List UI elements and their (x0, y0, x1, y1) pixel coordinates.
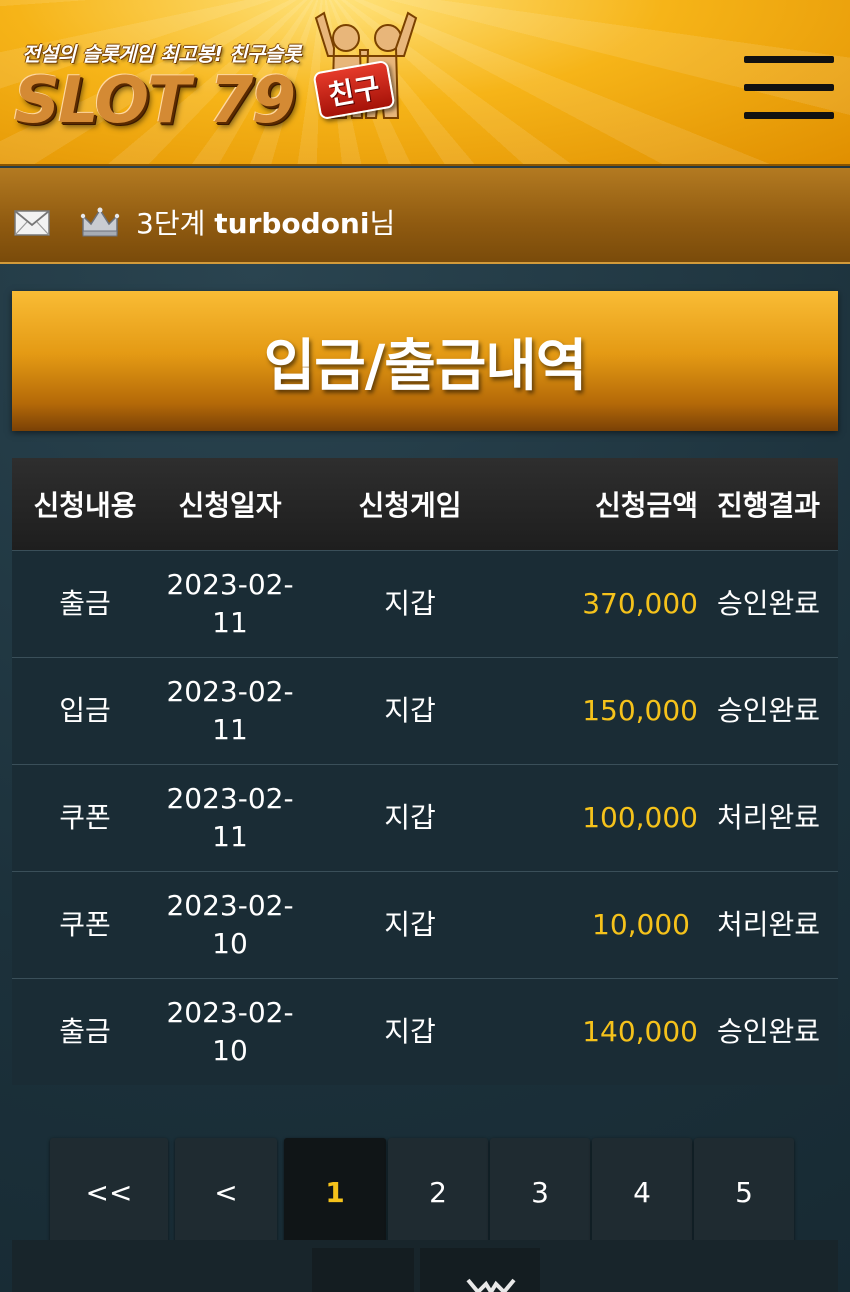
cell-amount: 140,000 (582, 1015, 698, 1048)
cell-game: 지갑 (384, 908, 436, 941)
header-amount: 신청금액 (594, 489, 698, 522)
page-button-1[interactable]: 1 (284, 1138, 386, 1246)
page-title: 입금/출금내역 (263, 333, 588, 399)
crown-icon (80, 207, 120, 237)
cell-amount: 370,000 (582, 587, 698, 620)
table-header: 신청내용 신청일자 신청게임 신청금액 진행결과 (12, 458, 838, 550)
cell-result: 승인완료 (716, 1015, 820, 1048)
header-result: 진행결과 (716, 489, 820, 522)
logo-wordmark: SLOT 79 (14, 64, 296, 138)
cell-type: 출금 (59, 1015, 111, 1048)
cell-date: 2023-02- 11 (166, 675, 294, 746)
cell-game: 지갑 (384, 801, 436, 834)
header-game: 신청게임 (358, 489, 462, 522)
mascot-icon (466, 1278, 516, 1292)
bottom-button[interactable] (312, 1248, 414, 1292)
table-row: 쿠폰 2023-02- 11 지갑 100,000 처리완료 (12, 764, 838, 871)
page-title-banner: 입금/출금내역 (12, 291, 838, 431)
site-logo[interactable]: 전설의 슬롯게임 최고봉! 친구슬롯 SLOT 79 친구 (14, 11, 424, 152)
cell-type: 쿠폰 (59, 801, 111, 834)
page-button-5[interactable]: 5 (694, 1138, 794, 1246)
cell-date: 2023-02- 11 (166, 568, 294, 639)
cell-date: 2023-02- 11 (166, 782, 294, 853)
user-level: 3단계 (136, 207, 206, 240)
transaction-table: 신청내용 신청일자 신청게임 신청금액 진행결과 출금 2023-02- 11 지… (12, 458, 838, 1085)
page-button-2[interactable]: 2 (388, 1138, 488, 1246)
pagination: << < 1 2 3 4 5 (0, 1138, 850, 1248)
cell-amount: 150,000 (582, 694, 698, 727)
cell-game: 지갑 (384, 1015, 436, 1048)
first-page-button[interactable]: << (50, 1138, 168, 1246)
cell-result: 승인완료 (716, 694, 820, 727)
header-date: 신청일자 (178, 489, 282, 522)
cell-type: 쿠폰 (59, 908, 111, 941)
table-row: 출금 2023-02- 10 지갑 140,000 승인완료 (12, 978, 838, 1085)
cell-date: 2023-02- 10 (166, 889, 294, 960)
page-button-3[interactable]: 3 (490, 1138, 590, 1246)
user-suffix: 님 (369, 207, 396, 240)
page-button-4[interactable]: 4 (592, 1138, 692, 1246)
table-row: 입금 2023-02- 11 지갑 150,000 승인완료 (12, 657, 838, 764)
mail-icon[interactable] (14, 210, 50, 236)
prev-page-button[interactable]: < (175, 1138, 277, 1246)
hamburger-menu-icon[interactable] (744, 56, 834, 120)
table-row: 쿠폰 2023-02- 10 지갑 10,000 처리완료 (12, 871, 838, 978)
cell-game: 지갑 (384, 694, 436, 727)
cell-amount: 10,000 (592, 908, 690, 941)
cell-result: 처리완료 (716, 801, 820, 834)
username: turbodoni (214, 207, 370, 240)
logo-tagline: 전설의 슬롯게임 최고봉! 친구슬롯 (22, 42, 301, 66)
cell-type: 출금 (59, 587, 111, 620)
table-row: 출금 2023-02- 11 지갑 370,000 승인완료 (12, 550, 838, 657)
cell-amount: 100,000 (582, 801, 698, 834)
user-greeting: 3단계 turbodoni님 (136, 202, 395, 242)
cell-game: 지갑 (384, 587, 436, 620)
user-info-bar (0, 168, 850, 264)
cell-result: 승인완료 (716, 587, 820, 620)
cell-date: 2023-02- 10 (166, 996, 294, 1067)
header-type: 신청내용 (33, 489, 137, 522)
cell-result: 처리완료 (716, 908, 820, 941)
cell-type: 입금 (59, 694, 111, 727)
site-header: 전설의 슬롯게임 최고봉! 친구슬롯 SLOT 79 친구 (0, 0, 850, 166)
